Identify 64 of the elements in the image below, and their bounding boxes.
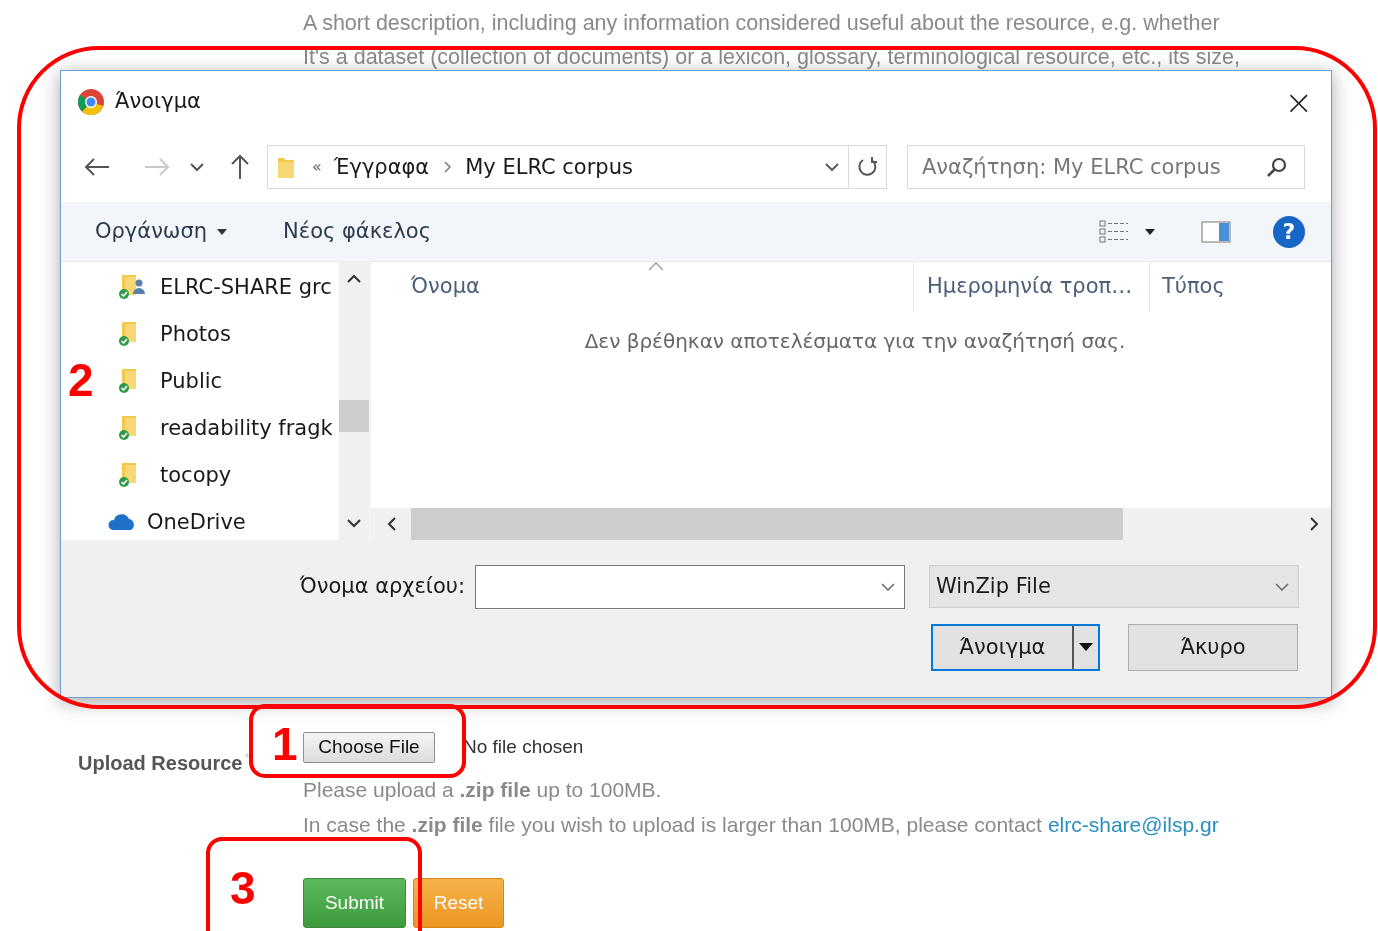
email-link[interactable]: elrc-share@ilsp.gr — [1047, 808, 1219, 841]
sort-caret-icon — [648, 261, 664, 271]
breadcrumb-item[interactable]: Έγγραφα — [333, 151, 430, 184]
help-button[interactable]: ? — [1273, 215, 1305, 248]
field-label: Upload Resource — [78, 751, 243, 776]
field-label: Όνομα αρχείου: — [298, 573, 465, 601]
cancel-button[interactable]: Άκυρο — [1128, 623, 1298, 671]
new-folder-button[interactable]: Νέος φάκελος — [283, 215, 431, 248]
choose-file-button[interactable]: Choose File — [303, 731, 435, 763]
required-mark: * — [244, 749, 250, 767]
details-view-icon[interactable] — [1099, 219, 1129, 244]
up-arrow-icon[interactable] — [229, 153, 251, 182]
cloud-icon — [107, 512, 137, 533]
vertical-scrollbar[interactable] — [339, 261, 369, 540]
caret-icon — [1079, 643, 1093, 652]
annotation-number: 1 — [272, 717, 298, 772]
app-logo-icon — [77, 87, 105, 116]
preview-pane-icon[interactable] — [1201, 220, 1231, 243]
back-arrow-icon[interactable] — [83, 157, 111, 178]
chevron-down-icon — [1274, 581, 1290, 592]
refresh-button[interactable] — [849, 145, 887, 190]
annotation-number: 3 — [230, 861, 256, 916]
synced-folder-icon — [119, 463, 136, 488]
scroll-right-icon[interactable] — [1310, 516, 1319, 531]
empty-message: Δεν βρέθηκαν αποτελέσματα για την αναζήτησή σας. — [584, 327, 1126, 355]
chevron-down-icon — [880, 581, 896, 592]
synced-folder-icon — [119, 369, 136, 394]
shared-folder-icon — [119, 275, 145, 300]
nav-item[interactable]: tocopy — [119, 451, 232, 499]
search-icon — [1266, 156, 1288, 179]
file-name-combobox[interactable] — [475, 564, 905, 609]
column-header[interactable]: Ημερομηνία τροπ… — [913, 261, 1149, 312]
window-title: Άνοιγμα — [115, 88, 202, 116]
overflow-chevrons[interactable]: « — [312, 155, 322, 180]
nav-item[interactable]: Public — [119, 357, 223, 405]
chevron-right-icon — [443, 161, 452, 174]
file-type-dropdown[interactable]: WinZip File — [929, 565, 1299, 609]
breadcrumb-item[interactable]: My ELRC corpus — [465, 151, 633, 184]
annotation-number: 2 — [68, 353, 94, 408]
caret-icon[interactable] — [1145, 228, 1155, 235]
caret-icon — [217, 228, 228, 235]
horizontal-scrollbar[interactable] — [371, 507, 1331, 540]
column-header[interactable]: Τύπος — [1149, 261, 1331, 312]
scrollbar-thumb[interactable] — [411, 507, 1123, 540]
organize-menu-button[interactable]: Οργάνωση — [95, 215, 228, 248]
address-bar[interactable]: « Έγγραφα My ELRC corpus — [267, 145, 849, 190]
help-text: In case the .zip file file you wish to upload is larger than 100MB, please contact — [303, 811, 1042, 838]
description-text: A short description, including any information considered useful about the resource, e.g. whether — [303, 10, 1221, 37]
scroll-up-icon[interactable] — [347, 273, 361, 283]
column-header[interactable]: Όνομα — [371, 261, 913, 312]
synced-folder-icon — [119, 322, 136, 347]
search-field[interactable]: Αναζήτηση: My ELRC corpus — [907, 145, 1305, 190]
scrollbar-thumb[interactable] — [339, 399, 369, 432]
scroll-down-icon[interactable] — [347, 518, 361, 528]
close-button[interactable]: × — [1284, 84, 1313, 119]
refresh-icon — [856, 156, 879, 179]
synced-folder-icon — [119, 416, 136, 441]
nav-item[interactable]: Photos — [119, 310, 231, 358]
nav-item[interactable]: readability fragk — [119, 404, 333, 452]
scroll-left-icon[interactable] — [387, 516, 396, 531]
nav-item[interactable]: ELRC-SHARE grc — [119, 263, 332, 311]
nav-item[interactable]: OneDrive — [61, 498, 339, 540]
chevron-down-icon[interactable] — [189, 162, 205, 173]
help-text: Please upload a .zip file up to 100MB. — [303, 776, 662, 803]
